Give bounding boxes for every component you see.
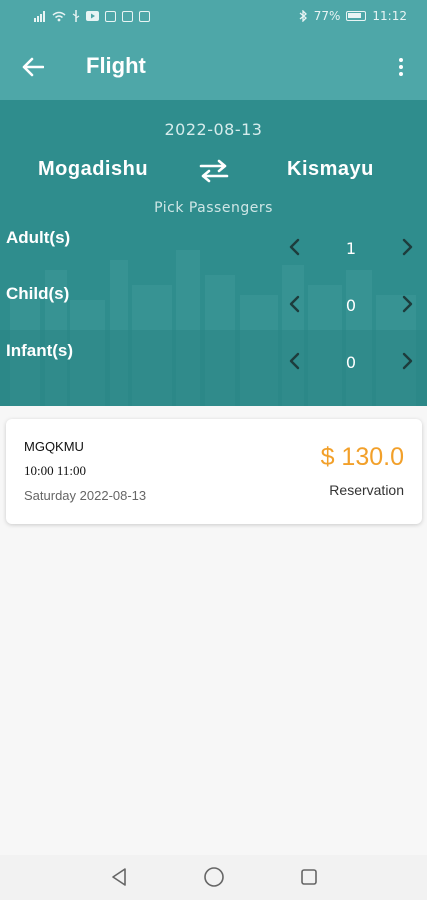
flight-price: $ 130.0 [320, 443, 404, 471]
status-bar: 77% 11:12 [0, 0, 427, 34]
back-button[interactable] [18, 52, 48, 82]
child-increment-button[interactable] [395, 291, 421, 317]
chevron-right-icon [402, 352, 413, 370]
infant-increment-button[interactable] [395, 348, 421, 374]
infant-decrement-button[interactable] [281, 348, 307, 374]
search-panel: 2022-08-13 Mogadishu Kismayu Pick Passen… [0, 100, 427, 406]
nav-recents-button[interactable] [297, 865, 321, 889]
flight-code: MGQKMU [24, 439, 84, 454]
chevron-right-icon [402, 238, 413, 256]
swap-arrows-icon [199, 159, 229, 183]
chevron-left-icon [289, 238, 300, 256]
flight-card[interactable]: MGQKMU 10:00 11:00 Saturday 2022-08-13 $… [6, 419, 422, 524]
battery-icon [346, 11, 367, 21]
adult-label: Adult(s) [6, 228, 71, 247]
android-icon [122, 10, 133, 22]
youtube-icon [86, 11, 99, 21]
adult-increment-button[interactable] [395, 234, 421, 260]
nav-back-button[interactable] [107, 865, 131, 889]
usb-icon [72, 10, 80, 22]
swap-button[interactable] [198, 158, 230, 184]
chevron-left-icon [289, 352, 300, 370]
child-decrement-button[interactable] [281, 291, 307, 317]
chevron-left-icon [289, 295, 300, 313]
origin-city[interactable]: Mogadishu [38, 158, 148, 181]
chevron-right-icon [402, 295, 413, 313]
more-vertical-icon [399, 58, 403, 62]
page-title: Flight [86, 53, 146, 78]
arrow-left-icon [22, 57, 44, 77]
signal-icon [34, 10, 45, 22]
square-recents-icon [301, 869, 317, 885]
wifi-icon [52, 11, 66, 21]
bluetooth-icon [299, 10, 307, 22]
status-time: 11:12 [372, 9, 407, 23]
nav-home-button[interactable] [202, 865, 226, 889]
circle-home-icon [204, 867, 224, 887]
system-nav-bar [0, 855, 427, 900]
status-icons-left [34, 10, 150, 22]
infant-label: Infant(s) [6, 341, 74, 360]
flight-date: Saturday 2022-08-13 [24, 488, 147, 503]
adult-count: 1 [345, 239, 357, 258]
adult-decrement-button[interactable] [281, 234, 307, 260]
more-options-button[interactable] [389, 52, 413, 82]
status-icons-right: 77% 11:12 [298, 9, 407, 23]
photo-icon [139, 10, 150, 22]
infant-count: 0 [345, 353, 357, 372]
travel-date[interactable]: 2022-08-13 [0, 120, 427, 139]
battery-percent: 77% [313, 9, 341, 23]
triangle-back-icon [112, 868, 126, 886]
destination-city[interactable]: Kismayu [287, 158, 374, 181]
reservation-label: Reservation [329, 482, 404, 498]
pick-passengers-label: Pick Passengers [154, 200, 273, 216]
image-icon [105, 10, 116, 22]
app-bar: Flight [0, 34, 427, 100]
flight-times: 10:00 11:00 [24, 463, 86, 478]
child-label: Child(s) [6, 284, 70, 303]
child-count: 0 [345, 296, 357, 315]
